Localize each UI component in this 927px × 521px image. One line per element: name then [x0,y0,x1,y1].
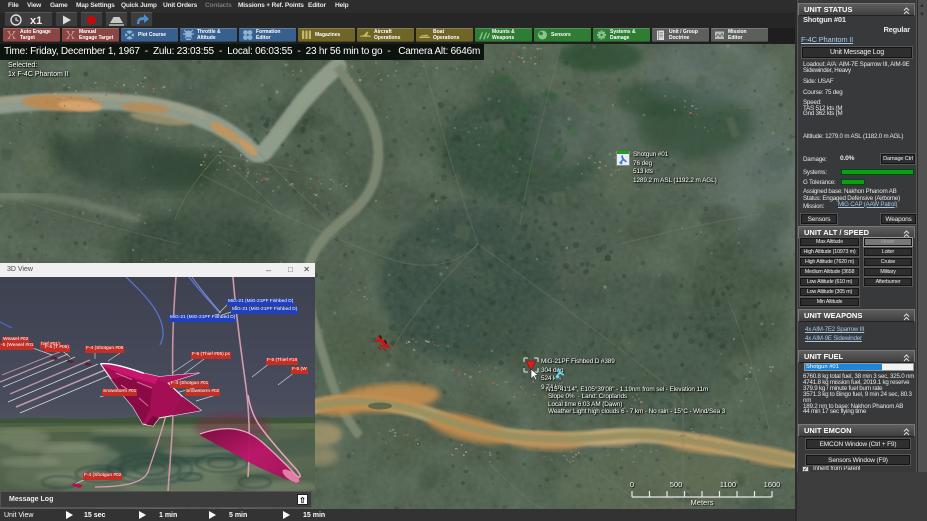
svg-text:x1: x1 [30,15,42,27]
svg-text:Meters: Meters [691,498,714,506]
svg-text:500: 500 [670,480,683,489]
svg-text:1100: 1100 [720,480,736,489]
svg-text:0: 0 [630,480,634,489]
svg-text:1600: 1600 [764,480,781,489]
